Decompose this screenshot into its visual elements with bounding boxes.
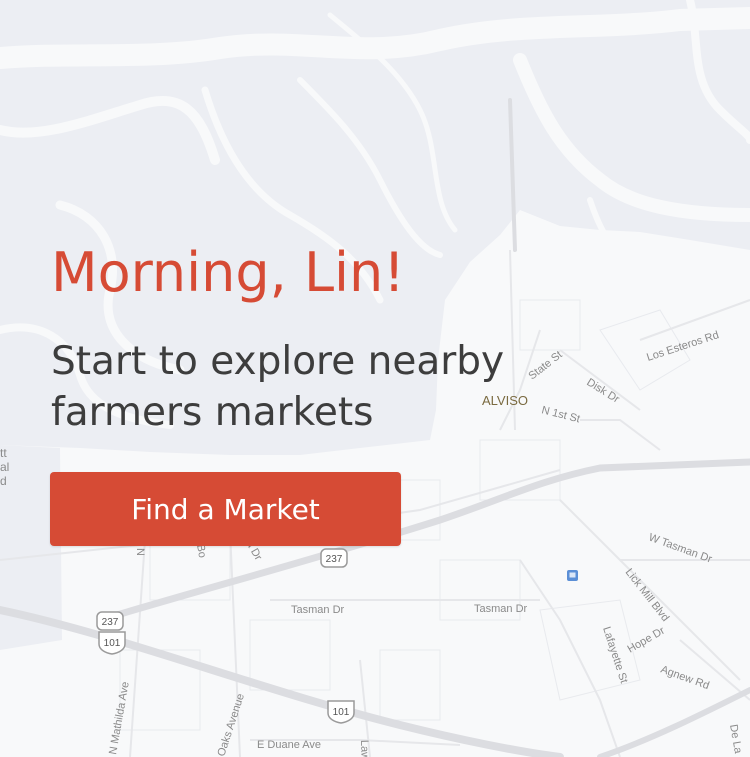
map-label-law: Law (358, 740, 371, 757)
highway-shield-237-a: 237 (320, 548, 348, 568)
app-screen: 237 237 101 101 ALVISO State St Disk Dr … (0, 0, 750, 757)
shield-label: 101 (104, 638, 121, 649)
highway-shield-101-b: 101 (327, 700, 355, 724)
find-market-button[interactable]: Find a Market (50, 472, 401, 546)
map-label-e-duane-ave: E Duane Ave (257, 739, 321, 751)
highway-shield-101-a: 101 (98, 631, 126, 655)
greeting-heading: Morning, Lin! (51, 241, 405, 304)
shield-label: 101 (333, 707, 350, 718)
map-label-n-short: N (134, 548, 146, 556)
transit-marker-icon (567, 570, 578, 581)
map-label-tasman-dr-1: Tasman Dr (291, 604, 345, 616)
shield-label: 237 (102, 617, 119, 628)
highway-shield-237-b: 237 (96, 611, 124, 631)
shield-label: 237 (326, 554, 343, 565)
explore-subtitle: Start to explore nearby farmers markets (51, 339, 505, 435)
map-label-tasman-dr-2: Tasman Dr (474, 603, 528, 615)
